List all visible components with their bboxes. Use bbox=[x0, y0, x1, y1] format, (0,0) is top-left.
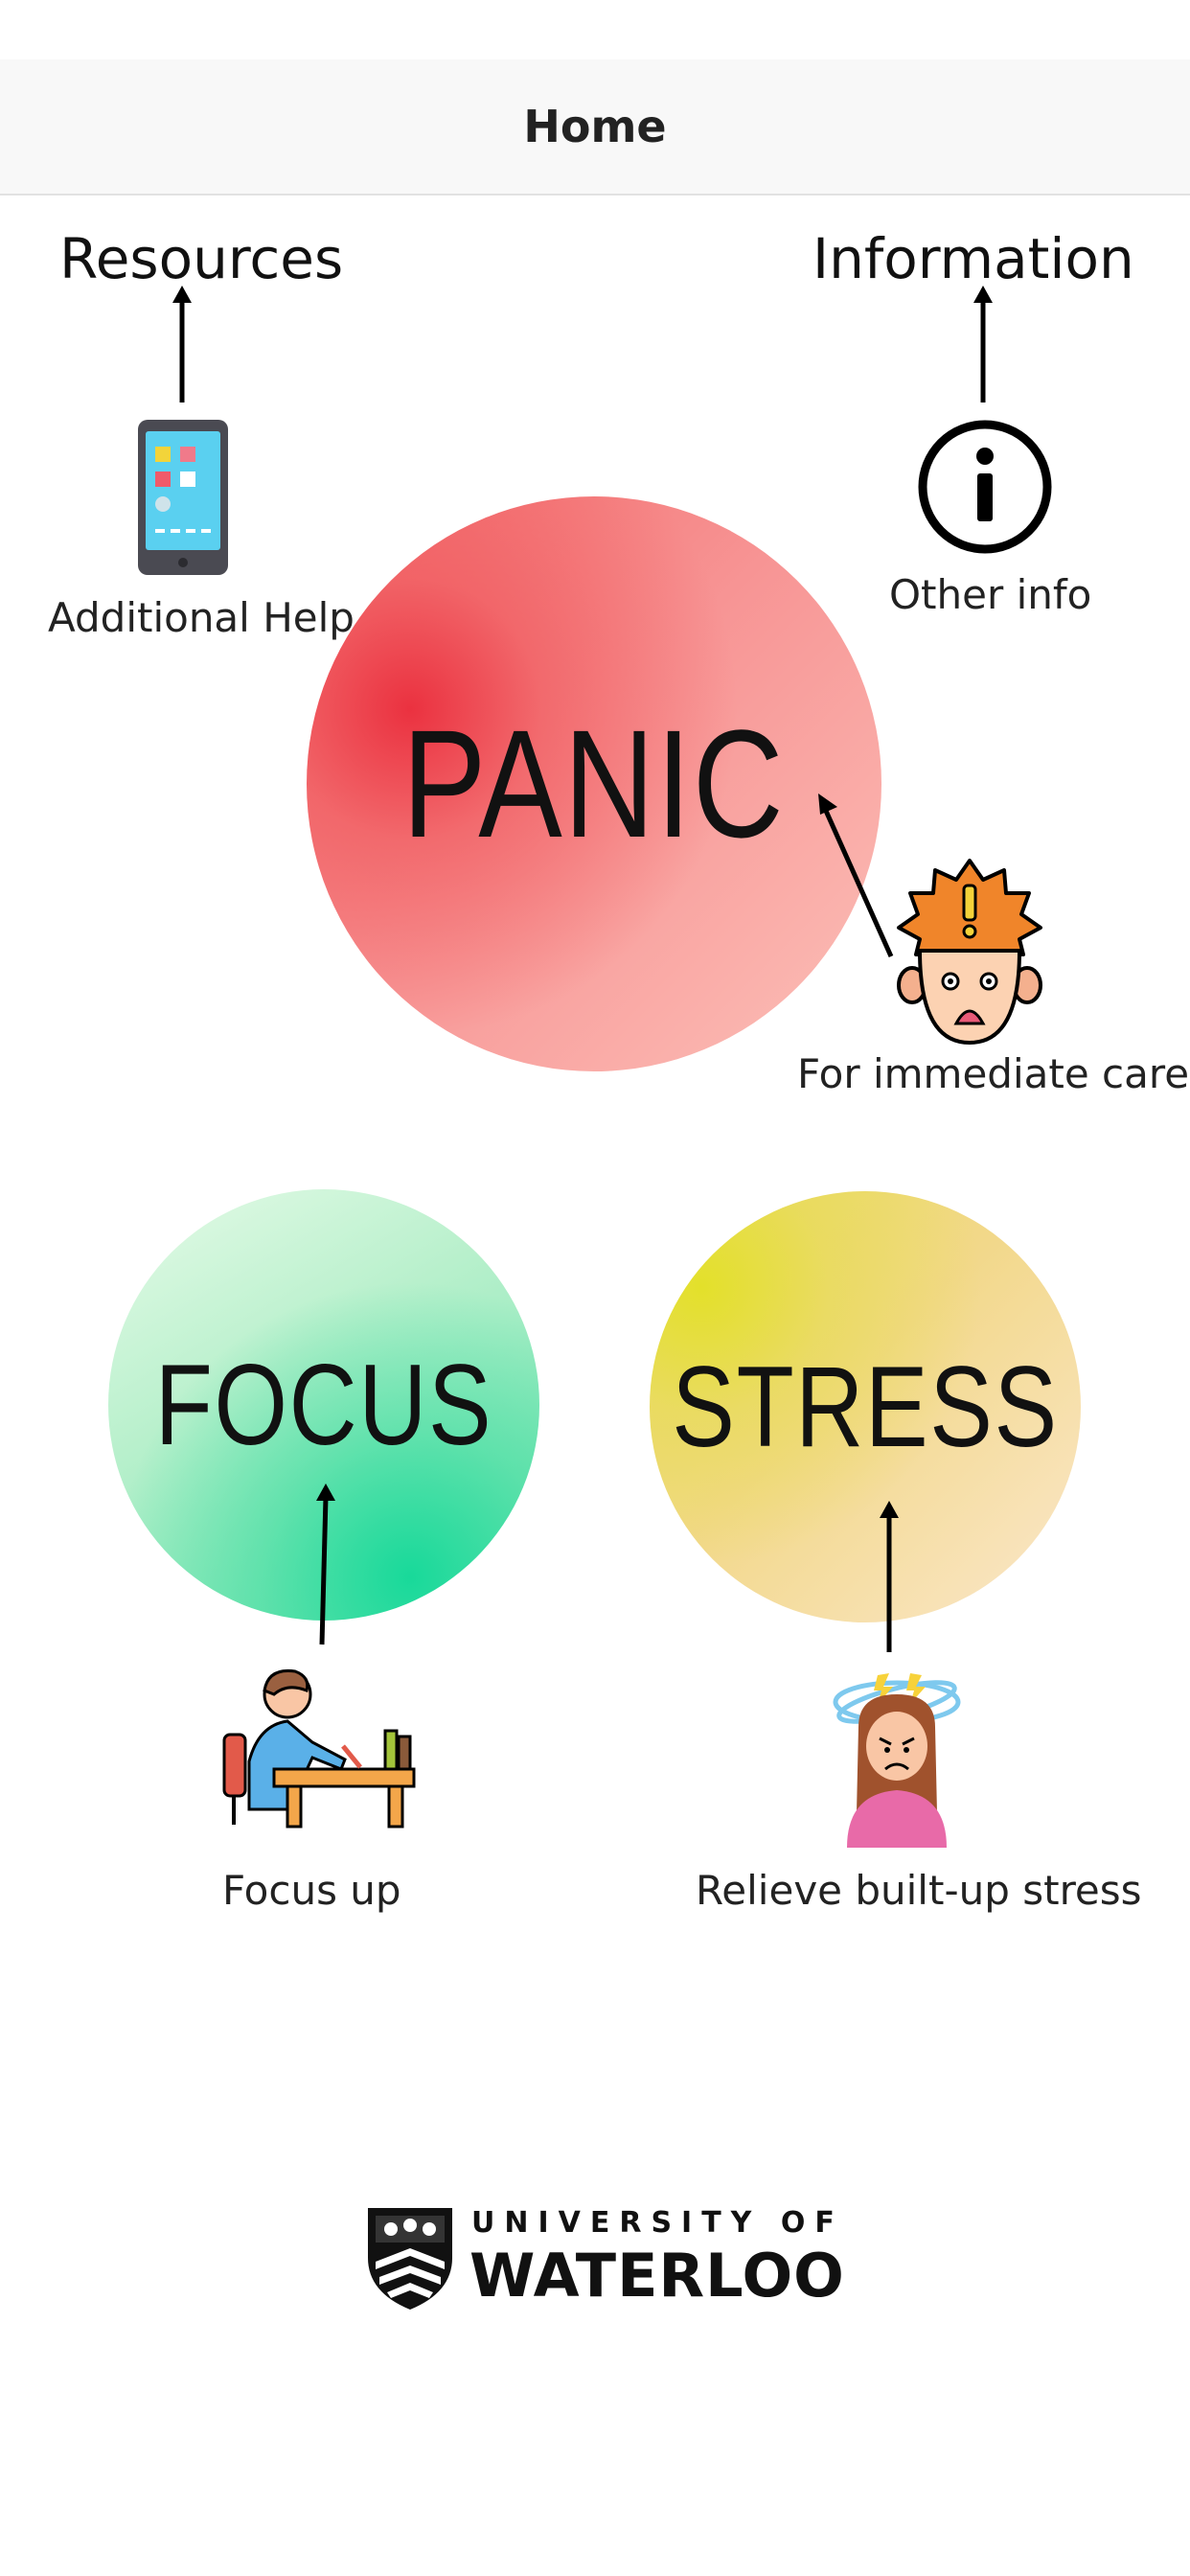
information-arrow bbox=[973, 286, 993, 402]
stress-arrow bbox=[880, 1501, 899, 1652]
resources-heading[interactable]: Resources bbox=[59, 226, 343, 291]
panic-label: PANIC bbox=[402, 698, 786, 869]
resources-arrow bbox=[172, 286, 192, 402]
smartphone-icon[interactable] bbox=[136, 418, 230, 577]
panic-caption: For immediate care bbox=[797, 1050, 1190, 1097]
info-icon[interactable] bbox=[916, 418, 1054, 556]
logo-line-1: UNIVERSITY OF bbox=[471, 2206, 844, 2240]
resources-caption: Additional Help bbox=[48, 594, 355, 641]
logo-line-2: WATERLOO bbox=[469, 2241, 845, 2311]
stress-caption: Relieve built-up stress bbox=[696, 1867, 1142, 1914]
panicked-face-icon[interactable] bbox=[891, 859, 1048, 1048]
university-of-waterloo-logo: UNIVERSITY OF WATERLOO bbox=[364, 2204, 844, 2312]
stress-label: STRESS bbox=[672, 1343, 1059, 1471]
studying-person-icon[interactable] bbox=[220, 1666, 418, 1828]
panic-arrow bbox=[818, 794, 894, 958]
panic-button[interactable]: PANIC bbox=[307, 496, 881, 1071]
information-caption: Other info bbox=[889, 571, 1092, 618]
stressed-woman-icon[interactable] bbox=[830, 1669, 964, 1848]
information-heading[interactable]: Information bbox=[812, 226, 1134, 291]
stress-button[interactable]: STRESS bbox=[650, 1191, 1081, 1622]
focus-arrow bbox=[316, 1484, 335, 1645]
focus-caption: Focus up bbox=[222, 1867, 401, 1914]
navigation-bar: Home bbox=[0, 59, 1190, 196]
shield-icon bbox=[368, 2208, 452, 2310]
page-title: Home bbox=[523, 101, 667, 152]
focus-label: FOCUS bbox=[154, 1341, 493, 1469]
